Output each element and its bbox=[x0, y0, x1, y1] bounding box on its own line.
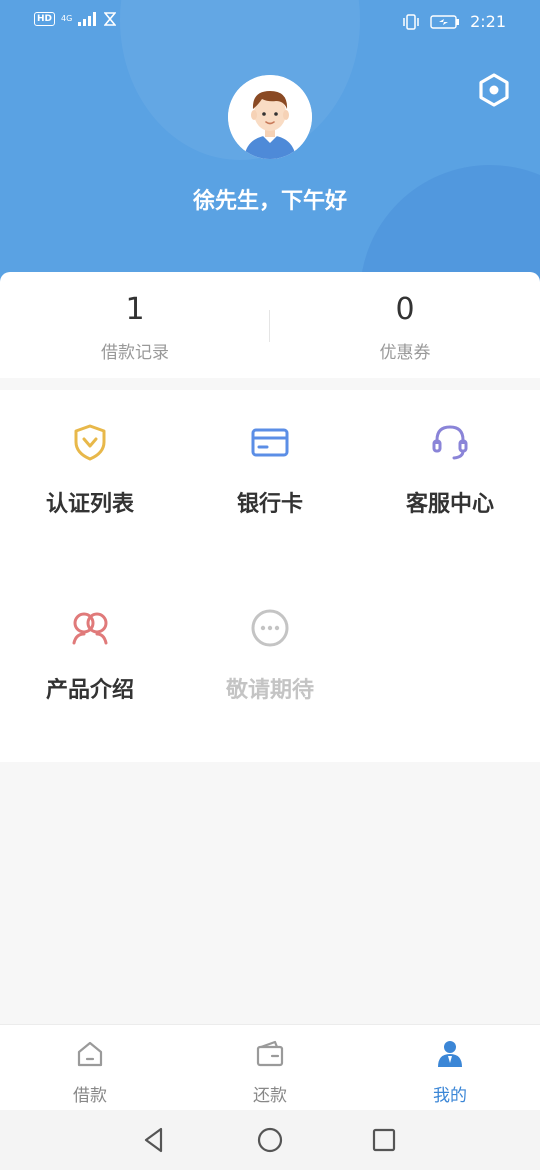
tab-mine[interactable]: 我的 bbox=[360, 1039, 540, 1106]
hourglass-icon bbox=[104, 12, 117, 26]
home-icon bbox=[77, 1041, 103, 1067]
tab-repay[interactable]: 还款 bbox=[180, 1039, 360, 1106]
bottom-tab-bar: 借款 还款 我的 bbox=[0, 1024, 540, 1110]
back-icon[interactable] bbox=[138, 1124, 170, 1156]
menu-item-coming-soon: 敬请期待 bbox=[180, 608, 360, 704]
stat-coupons[interactable]: 0 优惠券 bbox=[270, 290, 540, 363]
menu-item-label: 银行卡 bbox=[236, 492, 303, 517]
home-button-icon[interactable] bbox=[254, 1124, 286, 1156]
stat-loan-records[interactable]: 1 借款记录 bbox=[0, 290, 270, 363]
clock: 2:21 bbox=[470, 12, 506, 31]
tab-label: 借款 bbox=[73, 1086, 107, 1106]
shield-check-icon bbox=[74, 424, 106, 461]
tab-borrow[interactable]: 借款 bbox=[0, 1039, 180, 1106]
menu-item-label: 认证列表 bbox=[45, 492, 134, 517]
menu-item-product-intro[interactable]: 产品介绍 bbox=[0, 608, 180, 704]
menu-item-customer-service[interactable]: 客服中心 bbox=[360, 422, 540, 518]
more-icon bbox=[251, 609, 289, 647]
tab-label: 还款 bbox=[253, 1086, 287, 1106]
greeting: 徐先生，下午好 bbox=[192, 189, 347, 214]
avatar[interactable] bbox=[228, 75, 312, 159]
stat-value: 0 bbox=[395, 292, 415, 327]
status-bar: HD 4G 2:21 bbox=[0, 0, 540, 44]
menu-item-verification[interactable]: 认证列表 bbox=[0, 422, 180, 518]
stat-label: 借款记录 bbox=[101, 343, 169, 363]
stat-label: 优惠券 bbox=[379, 343, 431, 363]
tab-label: 我的 bbox=[433, 1086, 467, 1106]
bank-card-icon bbox=[251, 428, 289, 457]
user-icon bbox=[438, 1041, 462, 1067]
menu-grid: 认证列表 银行卡 客服中心 产品介绍 敬请期待 bbox=[0, 390, 540, 762]
menu-item-label: 客服中心 bbox=[405, 492, 494, 517]
vibrate-icon bbox=[403, 13, 419, 30]
system-nav-bar bbox=[0, 1110, 540, 1170]
network-type: 4G bbox=[61, 14, 73, 23]
wallet-icon bbox=[256, 1040, 284, 1067]
avatar-image bbox=[228, 75, 312, 159]
hd-badge: HD bbox=[34, 12, 56, 26]
menu-item-label: 产品介绍 bbox=[45, 678, 134, 703]
recents-icon[interactable] bbox=[368, 1124, 400, 1156]
stats-card: 1 借款记录 0 优惠券 bbox=[0, 272, 540, 378]
headset-icon bbox=[432, 425, 468, 460]
menu-item-label: 敬请期待 bbox=[225, 678, 314, 703]
battery-icon bbox=[430, 14, 460, 29]
signal-icon bbox=[78, 12, 97, 26]
menu-item-bank-card[interactable]: 银行卡 bbox=[180, 422, 360, 518]
stat-value: 1 bbox=[125, 292, 145, 327]
settings-icon[interactable] bbox=[476, 72, 512, 108]
people-icon bbox=[72, 612, 108, 645]
